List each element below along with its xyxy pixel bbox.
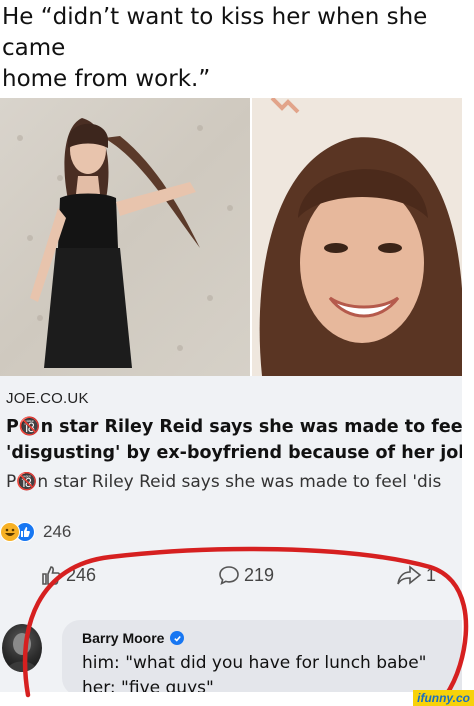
laugh-emoji-icon (0, 522, 20, 542)
comment-author[interactable]: Barry Moore (82, 630, 185, 646)
portrait-photo-illustration (252, 98, 462, 376)
like-button[interactable]: 246 (40, 564, 96, 586)
top-comment: Barry Moore him: "what did you have for … (0, 606, 462, 692)
share-arrow-icon (397, 565, 422, 585)
reaction-count: 246 (43, 522, 72, 541)
link-description: P🔞n star Riley Reid says she was made to… (6, 472, 442, 492)
avatar[interactable] (2, 624, 42, 672)
share-button[interactable]: 1 (396, 564, 436, 586)
caption-line-1: He “didn’t want to kiss her when she cam… (2, 4, 428, 61)
article-photo-red-carpet[interactable] (0, 98, 252, 376)
article-photo-portrait[interactable] (252, 98, 462, 376)
share-count: 1 (426, 564, 437, 585)
verified-badge-icon (170, 631, 185, 645)
comment-author-name: Barry Moore (82, 630, 165, 646)
caption-line-2: home from work.” (2, 66, 211, 92)
link-headline-line-2: 'disgusting' by ex-boyfriend because of … (6, 443, 462, 463)
comment-button[interactable]: 219 (218, 564, 274, 586)
post-action-bar: 246 219 1 (0, 554, 462, 600)
red-carpet-photo-illustration (17, 118, 233, 368)
ifunny-watermark: ifunny.co (413, 690, 474, 706)
link-preview[interactable]: JOE.CO.UK P🔞n star Riley Reid says she w… (0, 376, 462, 472)
like-count: 246 (66, 564, 97, 585)
link-headline[interactable]: P🔞n star Riley Reid says she was made to… (6, 414, 462, 466)
comment-text-line-1: him: "what did you have for lunch babe" (82, 653, 427, 673)
link-headline-line-1: P🔞n star Riley Reid says she was made to… (6, 417, 462, 437)
meme-caption: He “didn’t want to kiss her when she cam… (2, 2, 472, 95)
comment-count: 219 (244, 564, 275, 585)
comment-text-line-2: her: "five guys" (82, 678, 214, 692)
facebook-post-card: JOE.CO.UK P🔞n star Riley Reid says she w… (0, 98, 462, 692)
comment-bubble-icon (219, 566, 239, 586)
reaction-summary[interactable]: 246 (0, 517, 71, 547)
comment-bubble[interactable]: Barry Moore him: "what did you have for … (62, 620, 462, 692)
thumbs-up-icon (42, 566, 61, 585)
link-domain: JOE.CO.UK (6, 390, 89, 407)
